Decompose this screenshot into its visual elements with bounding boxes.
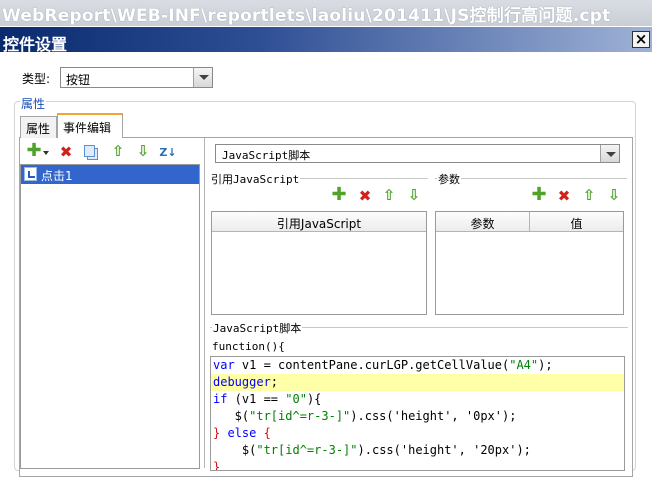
tab-properties[interactable]: 属性: [20, 116, 57, 138]
event-icon: [24, 167, 37, 181]
code-line[interactable]: } else {: [211, 425, 624, 442]
code-token: "0": [285, 392, 307, 406]
column-header-param[interactable]: 参数: [436, 215, 529, 232]
code-line[interactable]: $("tr[id^=r-3-]").css('height', '20px');: [211, 442, 624, 459]
code-token: $(: [213, 409, 250, 423]
move-down-icon[interactable]: ⇩: [406, 187, 422, 203]
chevron-down-icon[interactable]: [193, 68, 212, 87]
code-token: );: [538, 358, 553, 372]
add-icon[interactable]: ✚: [331, 186, 347, 204]
move-down-icon[interactable]: ⇩: [606, 187, 622, 203]
code-token: ;: [270, 375, 279, 389]
code-token: "tr[id^=r-3-]": [256, 443, 358, 457]
event-list[interactable]: [20, 164, 200, 469]
copy-button[interactable]: [83, 144, 99, 160]
function-header: function(){: [212, 340, 285, 353]
chevron-down-icon[interactable]: [600, 145, 619, 162]
code-token: else: [220, 426, 264, 440]
code-token: }: [213, 460, 221, 471]
code-token: $(: [213, 443, 257, 457]
code-token: {: [263, 426, 271, 440]
type-select[interactable]: 按钮: [60, 67, 213, 88]
column-header[interactable]: 引用JavaScript: [212, 215, 426, 232]
add-event-button[interactable]: ✚: [26, 140, 50, 161]
type-select-value: 按钮: [66, 73, 91, 87]
tab-event-editor[interactable]: 事件编辑: [57, 113, 123, 138]
panel-divider[interactable]: [204, 138, 205, 468]
properties-group-title: 属性: [20, 95, 47, 112]
script-type-select[interactable]: JavaScript脚本: [215, 144, 620, 163]
code-line[interactable]: $("tr[id^=r-3-]").css('height', '0px');: [211, 408, 624, 425]
delete-icon[interactable]: ✖: [357, 188, 373, 204]
move-up-icon[interactable]: ⇧: [581, 187, 597, 203]
code-token: ){: [306, 392, 322, 406]
code-editor[interactable]: var v1 = contentPane.curLGP.getCellValue…: [210, 356, 625, 471]
delete-icon[interactable]: ✖: [556, 188, 572, 204]
add-icon[interactable]: ✚: [531, 186, 547, 204]
code-token: v1 = contentPane.curLGP.getCellValue(: [234, 358, 510, 372]
code-line[interactable]: var v1 = contentPane.curLGP.getCellValue…: [211, 357, 624, 374]
code-token: if: [213, 392, 228, 406]
code-token: "tr[id^=r-3-]": [249, 409, 351, 423]
code-token: var: [213, 358, 235, 372]
code-token: ).css('height', '20px');: [357, 443, 531, 457]
divider: [435, 178, 627, 179]
sort-icon[interactable]: Z↓: [159, 144, 176, 160]
table-header: 参数 值: [436, 212, 623, 232]
code-line[interactable]: if (v1 == "0"){: [211, 391, 624, 408]
params-table[interactable]: 参数 值: [435, 211, 624, 315]
add-icon: ✚: [26, 140, 42, 161]
code-line[interactable]: debugger;: [211, 374, 624, 391]
delete-icon[interactable]: ✖: [58, 144, 74, 160]
code-token: "A4": [509, 358, 539, 372]
code-line[interactable]: }: [211, 459, 624, 471]
dialog-title-bar: [0, 27, 652, 52]
script-type-value: JavaScript脚本: [222, 149, 311, 162]
list-item[interactable]: 点击1: [21, 165, 199, 184]
list-item-label: 点击1: [41, 169, 73, 183]
table-header: 引用JavaScript: [212, 212, 426, 232]
params-section-label: 参数: [437, 171, 461, 187]
close-button[interactable]: ×: [632, 31, 650, 48]
script-section-label: JavaScript脚本: [212, 320, 303, 336]
ref-js-table[interactable]: 引用JavaScript: [211, 211, 427, 315]
move-up-icon[interactable]: ⇧: [381, 187, 397, 203]
code-token: ).css('height', '0px');: [350, 409, 517, 423]
file-path-bar: WebReport\WEB-INF\reportlets\laoliu\2014…: [0, 0, 652, 26]
code-token: debugger: [213, 375, 271, 389]
column-header-value[interactable]: 值: [530, 215, 623, 232]
copy-icon: [84, 145, 95, 157]
move-down-icon[interactable]: ⇩: [135, 143, 151, 159]
chevron-down-icon: [43, 151, 49, 155]
move-up-icon[interactable]: ⇧: [110, 143, 126, 159]
ref-js-section-label: 引用JavaScript: [210, 171, 301, 187]
code-token: (v1 ==: [227, 392, 286, 406]
type-label: 类型:: [22, 72, 51, 86]
